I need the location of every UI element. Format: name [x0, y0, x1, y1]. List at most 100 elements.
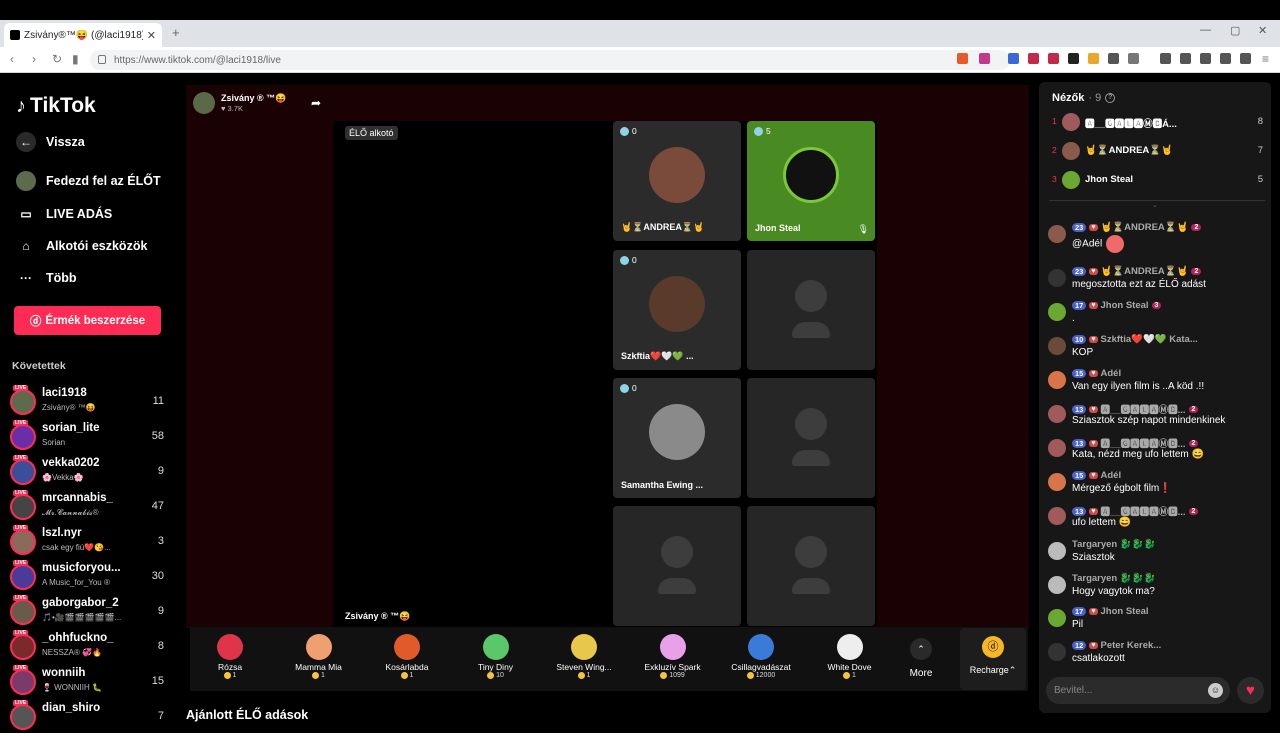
- chat-message[interactable]: Targaryen 🐉🐉🐉 Sziasztok: [1048, 539, 1268, 569]
- extensions-puzzle-icon[interactable]: [1108, 53, 1119, 64]
- coin-icon: [577, 672, 585, 679]
- info-icon[interactable]: ?: [1105, 93, 1116, 103]
- nav-creator-tools[interactable]: ⌂ Alkotói eszközök: [16, 236, 147, 256]
- gift-item[interactable]: Rózsa 1: [190, 630, 270, 679]
- rewards-icon[interactable]: [979, 53, 990, 64]
- nav-more[interactable]: ··· Több: [16, 268, 77, 288]
- following-viewer-count: 7: [157, 710, 164, 722]
- following-item[interactable]: LIVE mrcannabis_ 𝓜𝓻.𝓒𝓪𝓷𝓷𝓪𝓫𝓲𝓼® 47: [10, 490, 168, 523]
- bookmark-icon[interactable]: ▮: [72, 52, 79, 66]
- nav-live-broadcast[interactable]: ▭ LIVE ADÁS: [16, 204, 112, 224]
- extension-translate-icon[interactable]: [1008, 53, 1019, 64]
- chat-message[interactable]: Targaryen 🐉🐉🐉 Hogy vagytok ma?: [1048, 573, 1268, 603]
- gift-item[interactable]: Exkluzív Spark 1099: [633, 630, 713, 679]
- more-gifts-button[interactable]: ⌃ More: [894, 634, 948, 679]
- host-avatar[interactable]: [193, 92, 215, 114]
- recharge-button[interactable]: ⓓ Recharge⌃: [960, 628, 1026, 690]
- top-viewer-row[interactable]: 2 🤘⏳ANDREA⏳🤘 7: [1049, 140, 1265, 162]
- close-tab-icon[interactable]: ✕: [147, 29, 156, 42]
- forward-icon[interactable]: ›: [32, 52, 36, 66]
- guest-cell[interactable]: 0 Szkftia❤️🤍💚 ...: [613, 250, 741, 370]
- chevron-down-icon[interactable]: ⌄: [1152, 201, 1158, 209]
- chat-message[interactable]: 15 ♥ Adél Van egy ilyen film is ..A köd .!!: [1048, 368, 1268, 398]
- extension-icon[interactable]: [1088, 53, 1099, 64]
- following-item[interactable]: LIVE musicforyou... A Music_for_You ® 30: [10, 560, 168, 593]
- coin-icon: [487, 672, 495, 679]
- following-avatar: [10, 634, 36, 660]
- vpn-icon[interactable]: [1240, 53, 1251, 64]
- guest-cell[interactable]: 5 Jhon Steal 🎙: [747, 121, 875, 241]
- get-coins-button[interactable]: ⓓ Érmék beszerzése: [14, 306, 161, 335]
- close-window-icon[interactable]: ✕: [1258, 24, 1267, 37]
- following-item[interactable]: LIVE vekka0202 🌸Vekka🌸 9: [10, 455, 168, 488]
- back-link[interactable]: ← Vissza: [16, 132, 85, 152]
- empty-guest-slot[interactable]: [613, 506, 741, 626]
- gift-item[interactable]: Tiny Diny 10: [456, 630, 536, 679]
- following-name: lszl.nyr: [42, 527, 82, 539]
- top-viewer-row[interactable]: 1 🅰__🅶🅰🅻🅰Ⓜ🅱Á... 8: [1049, 111, 1265, 133]
- extension-icon[interactable]: [1068, 53, 1079, 64]
- top-viewer-row[interactable]: 3 Jhon Steal 5: [1049, 169, 1265, 191]
- chat-message[interactable]: 15 ♥ Adél Mérgező égbolt film❗: [1048, 470, 1268, 500]
- chat-username: 🅰__🅶🅰🅻🅰Ⓜ🅱...: [1100, 405, 1186, 416]
- following-item[interactable]: LIVE laci1918 Zsivány® ™😝 11: [10, 385, 168, 418]
- following-item[interactable]: LIVE sorian_lite Sorian 58: [10, 420, 168, 453]
- gift-item[interactable]: Mamma Mia 1: [279, 630, 359, 679]
- gift-item[interactable]: Kosárlabda 1: [367, 630, 447, 679]
- chat-message[interactable]: 17 ♥ Jhon Steal 3.: [1048, 300, 1268, 330]
- maximize-icon[interactable]: ▢: [1230, 24, 1240, 37]
- chat-message[interactable]: 23 ♥ 🤘⏳ANDREA⏳🤘 2 megosztotta ezt az ÉLŐ adá…: [1048, 266, 1268, 296]
- chat-message[interactable]: 13 ♥ 🅰__🅶🅰🅻🅰Ⓜ🅱... 2 Sziasztok szép napot min…: [1048, 402, 1268, 432]
- empty-guest-slot[interactable]: [747, 378, 875, 498]
- wallet-icon[interactable]: [1200, 53, 1211, 64]
- chat-message[interactable]: 10 ♥ Szkftia❤️🤍💚 Kata... KOP: [1048, 334, 1268, 364]
- emoji-icon[interactable]: ☺: [1208, 683, 1223, 698]
- live-badge: LIVE: [13, 560, 29, 566]
- empty-guest-slot[interactable]: [747, 250, 875, 370]
- chat-message[interactable]: 23 ♥ 🤘⏳ANDREA⏳🤘 2 @Adél: [1048, 222, 1268, 253]
- chat-message[interactable]: 13 ♥ 🅰__🅶🅰🅻🅰Ⓜ🅱... 2 ufo lettem 😄: [1048, 504, 1268, 534]
- browser-tab[interactable]: Zsivány®™😝 (@laci1918) É… ✕: [4, 23, 162, 47]
- host-info[interactable]: Zsivány ® ™😝 ♥ 3.7K: [193, 92, 286, 114]
- following-item[interactable]: LIVE dian_shiro 7: [10, 700, 168, 733]
- chat-message[interactable]: 12 ♥ Peter Kerek... csatlakozott: [1048, 640, 1268, 670]
- chat-message[interactable]: 13 ♥ 🅰__🅶🅰🅻🅰Ⓜ🅱... 2 Kata, nézd meg ufo lette…: [1048, 436, 1268, 466]
- screenshot-icon[interactable]: [1128, 53, 1139, 64]
- gift-item[interactable]: White Dove 1: [810, 630, 890, 679]
- url-field[interactable]: https://www.tiktok.com/@laci1918/live: [90, 50, 1010, 70]
- gift-name: Exkluzív Spark: [644, 662, 701, 672]
- following-subtitle: A Music_for_You ®: [42, 578, 110, 587]
- following-viewer-count: 8: [157, 640, 164, 652]
- gift-item[interactable]: Steven Wing... 1: [544, 630, 624, 679]
- tiktok-logo[interactable]: ♪ TikTok: [16, 94, 96, 118]
- new-tab-button[interactable]: +: [172, 25, 180, 40]
- media-icon[interactable]: [1160, 53, 1171, 64]
- chat-text-content: .: [1072, 313, 1075, 324]
- ai-icon[interactable]: [1220, 53, 1231, 64]
- site-info-icon[interactable]: [98, 55, 106, 64]
- reload-icon[interactable]: ↻: [52, 52, 62, 66]
- nav-explore-live[interactable]: Fedezd fel az ÉLŐT: [16, 171, 161, 191]
- guest-cell[interactable]: 0 🤘⏳ANDREA⏳🤘: [613, 121, 741, 241]
- following-item[interactable]: LIVE _ohhfuckno_ NESSZA® 💞🔥 8: [10, 630, 168, 663]
- following-item[interactable]: LIVE gaborgabor_2 🎵•🎥🎬🎬🎬🎬🎬... 9: [10, 595, 168, 628]
- extension-hls-icon[interactable]: [1048, 53, 1059, 64]
- extension-icon[interactable]: [1028, 53, 1039, 64]
- guest-name: Szkftia❤️🤍💚 ...: [621, 351, 694, 361]
- brave-shield-icon[interactable]: [957, 53, 968, 64]
- chat-input[interactable]: [1054, 681, 1204, 700]
- like-heart-icon[interactable]: ♥: [1237, 677, 1264, 704]
- share-icon[interactable]: ➦: [311, 96, 321, 110]
- empty-guest-slot[interactable]: [747, 506, 875, 626]
- gift-item[interactable]: Csillagvadászat 12000: [721, 630, 801, 679]
- back-icon[interactable]: ‹: [10, 52, 14, 66]
- following-item[interactable]: LIVE wonniih 🍷 WONNIIH 🐛 15: [10, 665, 168, 698]
- chat-message[interactable]: 17 ♥ Jhon Steal Pil: [1048, 606, 1268, 636]
- sidebar-icon[interactable]: [1180, 53, 1191, 64]
- guest-cell[interactable]: 0 Samantha Ewing ...: [613, 378, 741, 498]
- following-item[interactable]: LIVE lszl.nyr csak egy fiú❤️😘... 3: [10, 525, 168, 558]
- minimize-icon[interactable]: —: [1200, 24, 1211, 36]
- viewers-header[interactable]: Nézők · 9 ?: [1052, 92, 1116, 104]
- menu-icon[interactable]: ≡: [1262, 52, 1269, 66]
- level-badge: 12: [1072, 641, 1087, 650]
